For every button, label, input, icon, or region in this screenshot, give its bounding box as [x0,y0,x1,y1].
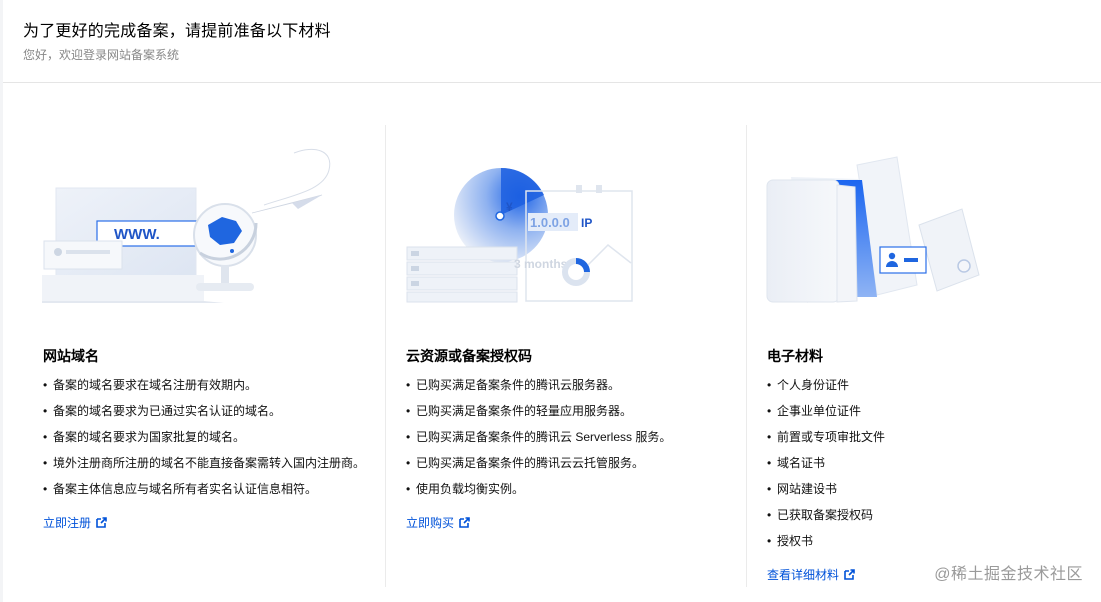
external-link-icon [844,569,855,580]
list-item: • 备案的域名要求在域名注册有效期内。 [43,378,258,392]
list-item: • 已购买满足备案条件的轻量应用服务器。 [406,404,633,418]
left-edge [0,0,3,602]
list-item: • 已购买满足备案条件的腾讯云 Serverless 服务。 [406,430,672,444]
card-cloud-resource: ¥ 1.0.0.0 IP 3 months 云资源或备案授权码 • 已购买满足备案… [385,125,746,587]
list-item: • 前置或专项审批文件 [767,430,886,444]
requirement-list: • 已购买满足备案条件的腾讯云服务器。 • 已购买满足备案条件的轻量应用服务器。 •… [406,377,671,507]
card-title: 电子材料 [767,348,823,364]
list-item: • 备案的域名要求为已通过实名认证的域名。 [43,404,282,418]
ip-label: IP [581,216,592,230]
card-domain: WWW. 网站域名 • 备案的域名要求在域名注册有效期内。 • 备案的域名要求为已通… [24,125,384,587]
external-link-icon [459,517,470,528]
materials-list: • 个人身份证件 • 企事业单位证件 • 前置或专项审批文件 • 域名证书 • 网站建设书… [767,377,885,559]
external-link-icon [96,517,107,528]
requirement-list: • 备案的域名要求在域名注册有效期内。 • 备案的域名要求为已通过实名认证的域名。 … [43,377,365,507]
list-item: • 境外注册商所注册的域名不能直接备案需转入国内注册商。 [43,456,366,470]
page-header: 为了更好的完成备案，请提前准备以下材料 您好，欢迎登录网站备案系统 [3,0,1101,83]
ip-text: 1.0.0.0 [530,215,570,230]
view-materials-link[interactable]: 查看详细材料 [767,566,855,583]
card-title: 网站域名 [43,348,99,364]
currency-icon: ¥ [506,200,513,214]
card-materials: 电子材料 • 个人身份证件 • 企事业单位证件 • 前置或专项审批文件 • 域名证书 •… [746,125,1101,587]
register-link[interactable]: 立即注册 [43,514,107,531]
person-icon [888,252,896,260]
www-text: WWW. [114,226,160,243]
buy-link[interactable]: 立即购买 [406,514,470,531]
list-item: • 已获取备案授权码 [767,508,874,522]
domain-illustration: WWW. [42,148,331,303]
list-item: • 网站建设书 [767,482,838,496]
list-item: • 备案的域名要求为国家批复的域名。 [43,430,246,444]
list-item: • 已购买满足备案条件的腾讯云服务器。 [406,378,621,392]
list-item: • 域名证书 [767,456,826,470]
list-item: • 使用负载均衡实例。 [406,482,525,496]
page-title: 为了更好的完成备案，请提前准备以下材料 [23,23,331,40]
list-item: • 已购买满足备案条件的腾讯云云托管服务。 [406,456,645,470]
duration-text: 3 months [514,257,568,271]
cloud-illustration: ¥ 1.0.0.0 IP 3 months [406,167,633,303]
watermark: @稀土掘金技术社区 [934,566,1083,583]
list-item: • 授权书 [767,534,814,548]
card-title: 云资源或备案授权码 [406,348,532,364]
list-item: • 个人身份证件 [767,378,850,392]
materials-illustration [766,156,980,303]
page-subtitle: 您好，欢迎登录网站备案系统 [23,48,180,62]
list-item: • 备案主体信息应与域名所有者实名认证信息相符。 [43,482,318,496]
list-item: • 企事业单位证件 [767,404,862,418]
